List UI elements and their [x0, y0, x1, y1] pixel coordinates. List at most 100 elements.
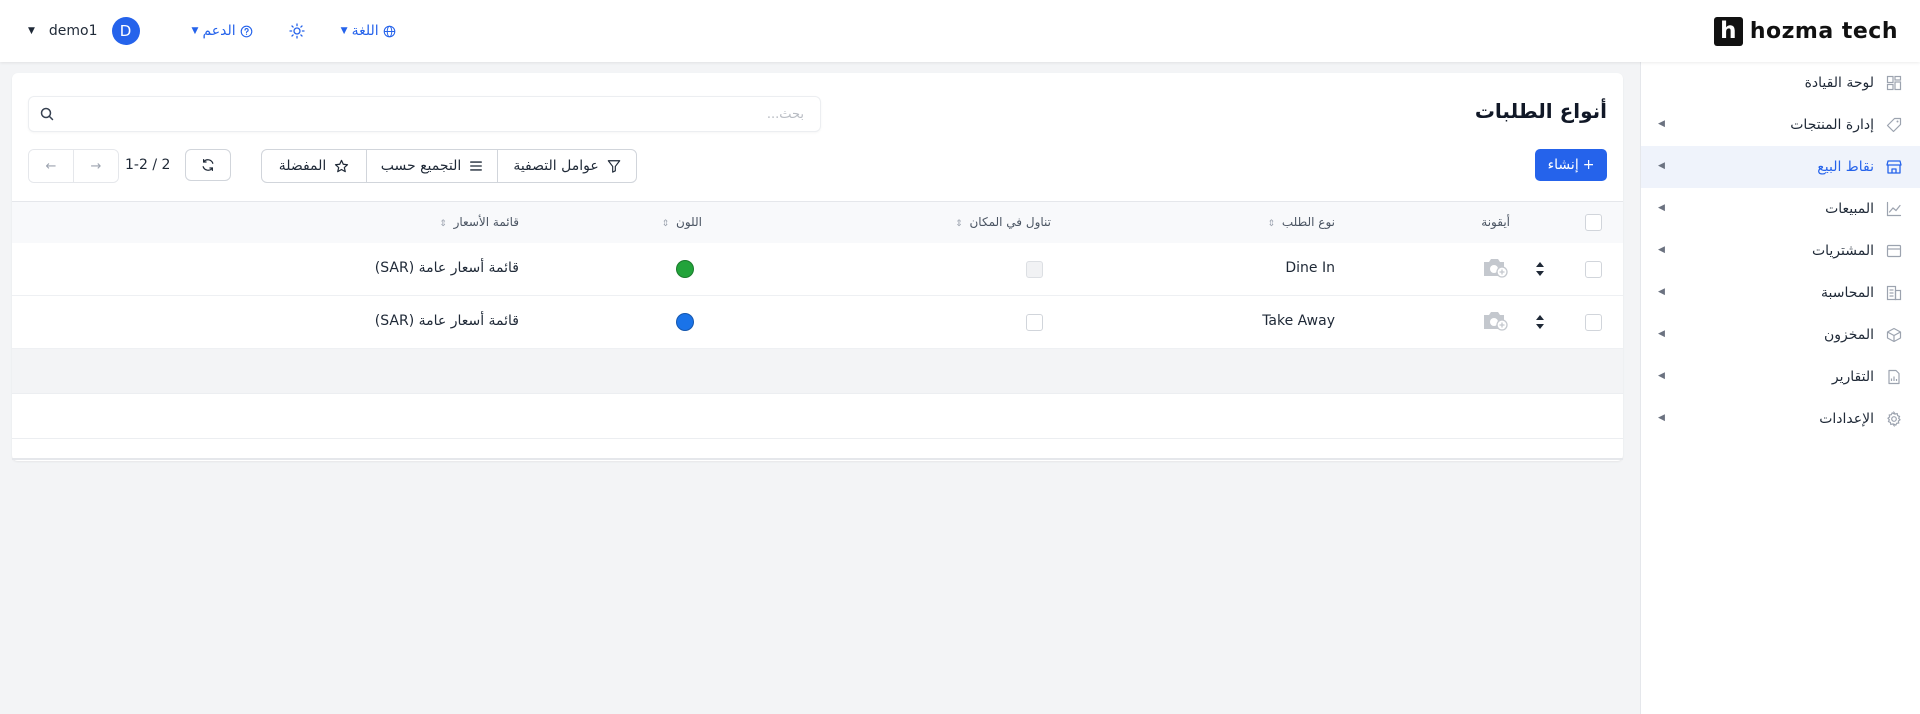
order-type-cell: Take Away	[1262, 313, 1335, 329]
arrow-left-icon: ←	[45, 158, 57, 174]
sidebar-item-products[interactable]: ◀ إدارة المنتجات	[1641, 104, 1920, 146]
select-all-checkbox[interactable]	[1585, 214, 1602, 231]
user-menu-caret-icon[interactable]: ▼	[28, 26, 35, 36]
column-header-dine-in[interactable]: تناول في المكان ⇕	[955, 215, 1051, 229]
empty-row	[12, 394, 1623, 439]
list-icon	[470, 161, 483, 171]
search-options-group: المفضلة التجميع حسب عوامل التصفية	[261, 149, 637, 183]
refresh-icon	[202, 158, 214, 172]
arrow-right-icon: →	[90, 158, 102, 174]
column-header-color[interactable]: اللون ⇕	[662, 215, 702, 229]
refresh-button[interactable]	[185, 149, 231, 181]
filters-button[interactable]: عوامل التصفية	[497, 150, 636, 182]
support-label: الدعم	[202, 23, 236, 39]
drag-handle-icon[interactable]	[1535, 314, 1545, 330]
sidebar-item-label: المحاسبة	[1820, 285, 1874, 301]
dine-in-checkbox	[1026, 261, 1043, 278]
sort-icon: ⇕	[1267, 219, 1276, 229]
expand-caret-icon: ◀	[1658, 413, 1665, 423]
logo-text: hozma tech	[1749, 18, 1898, 44]
language-label: اللغة	[351, 23, 379, 39]
group-by-label: التجميع حسب	[380, 158, 462, 174]
top-bar: h hozma tech ▼ demo1 D ▼ الدعم ▼ اللغة	[0, 0, 1920, 62]
pager-value[interactable]: 1-2 / 2	[125, 157, 170, 173]
store-icon	[1886, 160, 1902, 174]
sidebar-item-pos[interactable]: ◀ نقاط البيع	[1641, 146, 1920, 188]
table-row[interactable]: Take Away قائمة أسعار عامة (SAR)	[12, 296, 1623, 349]
camera-add-icon[interactable]	[1482, 310, 1508, 332]
column-header-label: اللون	[676, 215, 702, 229]
create-button[interactable]: + إنشاء	[1535, 149, 1607, 181]
sidebar-item-label: التقارير	[1831, 369, 1874, 385]
table-footer-divider	[12, 458, 1623, 460]
search-icon[interactable]	[39, 106, 55, 122]
sidebar-item-label: لوحة القيادة	[1804, 75, 1874, 91]
gear-icon	[1887, 411, 1901, 427]
filters-label: عوامل التصفية	[513, 158, 599, 174]
user-name[interactable]: demo1	[49, 23, 98, 39]
favorites-button[interactable]: المفضلة	[262, 150, 366, 182]
avatar[interactable]: D	[111, 17, 140, 45]
sun-icon[interactable]	[289, 23, 305, 39]
sidebar-item-accounting[interactable]: ◀ المحاسبة	[1641, 272, 1920, 314]
column-header-label: نوع الطلب	[1281, 215, 1335, 229]
row-checkbox[interactable]	[1585, 314, 1602, 331]
globe-icon	[383, 25, 395, 37]
create-label: إنشاء	[1547, 157, 1579, 173]
next-page-button[interactable]: →	[73, 150, 118, 182]
sidebar: لوحة القيادة ◀ إدارة المنتجات ◀ نقاط الب…	[1640, 62, 1920, 714]
language-menu[interactable]: ▼ اللغة	[341, 23, 396, 39]
sort-icon: ⇕	[955, 219, 963, 229]
sidebar-item-sales[interactable]: ◀ المبيعات	[1641, 188, 1920, 230]
expand-caret-icon: ◀	[1658, 119, 1665, 129]
sidebar-item-dashboard[interactable]: لوحة القيادة	[1641, 62, 1920, 104]
order-types-panel: أنواع الطلبات + إنشاء المفضلة التجميع حس…	[12, 73, 1623, 461]
column-header-label: تناول في المكان	[969, 215, 1051, 229]
camera-add-icon[interactable]	[1482, 257, 1508, 279]
filter-icon	[607, 160, 620, 173]
group-by-button[interactable]: التجميع حسب	[366, 150, 497, 182]
previous-page-button[interactable]: ←	[29, 150, 73, 182]
table-header: أيقونة نوع الطلب ⇕ تناول في المكان ⇕ الل…	[12, 201, 1623, 245]
column-header-icon[interactable]: أيقونة	[1481, 215, 1510, 229]
sidebar-item-label: نقاط البيع	[1817, 159, 1874, 175]
dashboard-icon	[1886, 75, 1902, 91]
star-icon	[335, 159, 349, 172]
top-actions: ▼ demo1 D ▼ الدعم ▼ اللغة	[28, 17, 396, 45]
sidebar-item-inventory[interactable]: ◀ المخزون	[1641, 314, 1920, 356]
drag-handle-icon[interactable]	[1535, 261, 1545, 277]
sort-icon: ⇕	[661, 219, 670, 229]
sidebar-item-label: المبيعات	[1825, 201, 1874, 217]
column-header-label: قائمة الأسعار	[453, 215, 519, 229]
column-header-order-type[interactable]: نوع الطلب ⇕	[1268, 215, 1335, 229]
expand-caret-icon: ◀	[1658, 245, 1665, 255]
expand-caret-icon: ◀	[1658, 287, 1665, 297]
color-swatch	[676, 313, 694, 331]
sidebar-item-label: إدارة المنتجات	[1790, 117, 1874, 133]
table-row[interactable]: Dine In قائمة أسعار عامة (SAR)	[12, 243, 1623, 296]
ledger-icon	[1886, 285, 1902, 301]
sidebar-item-reports[interactable]: ◀ التقارير	[1641, 356, 1920, 398]
pager: ← →	[28, 149, 119, 183]
sort-icon: ⇕	[439, 219, 447, 229]
sidebar-item-purchases[interactable]: ◀ المشتريات	[1641, 230, 1920, 272]
sidebar-item-label: المشتريات	[1811, 243, 1874, 259]
expand-caret-icon: ◀	[1658, 329, 1665, 339]
page-title: أنواع الطلبات	[1474, 99, 1607, 123]
column-header-pricelist[interactable]: قائمة الأسعار ⇕	[439, 215, 519, 229]
row-checkbox[interactable]	[1585, 261, 1602, 278]
pricelist-cell: قائمة أسعار عامة (SAR)	[374, 313, 519, 329]
search-bar	[28, 96, 821, 132]
wallet-icon	[1886, 244, 1902, 258]
box-icon	[1886, 327, 1902, 343]
support-caret-icon: ▼	[191, 26, 199, 36]
color-swatch	[676, 260, 694, 278]
search-input[interactable]	[102, 103, 806, 125]
plus-icon: +	[1582, 157, 1595, 173]
expand-caret-icon: ◀	[1658, 371, 1665, 381]
support-menu[interactable]: ▼ الدعم	[192, 23, 253, 39]
sidebar-item-settings[interactable]: ◀ الإعدادات	[1641, 398, 1920, 440]
logo-mark: h	[1713, 16, 1743, 46]
brand-logo[interactable]: h hozma tech	[1713, 16, 1898, 46]
report-icon	[1888, 369, 1900, 385]
